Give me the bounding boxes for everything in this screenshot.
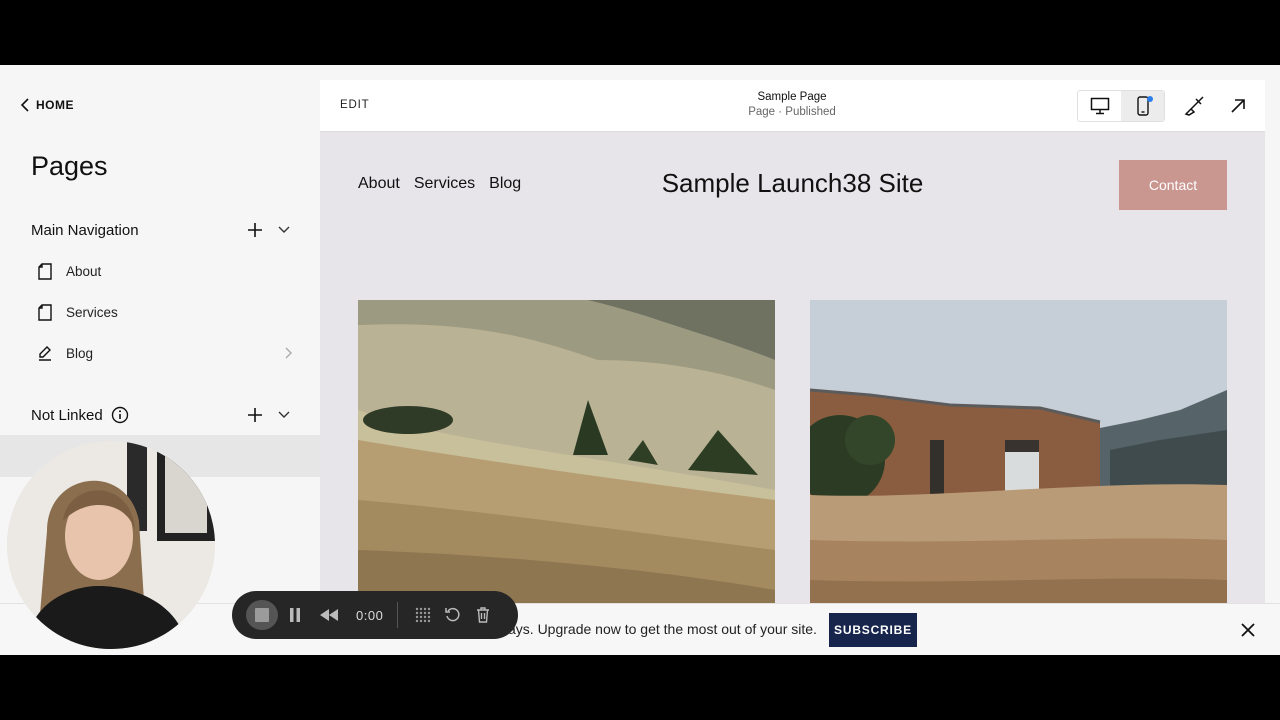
blog-icon: [36, 344, 54, 362]
app-frame: HOME Pages Main Navigation About Service…: [0, 65, 1280, 655]
plus-icon: [248, 223, 262, 237]
page-icon: [36, 303, 54, 321]
grid-dots-icon: [416, 607, 431, 623]
not-linked-header: Not Linked: [31, 405, 291, 425]
main-navigation-header: Main Navigation: [31, 220, 291, 240]
collapse-not-linked-button[interactable]: [277, 408, 291, 422]
open-site-button[interactable]: [1226, 94, 1250, 118]
sidebar-item-label: About: [66, 263, 102, 279]
mobile-view-button[interactable]: [1121, 91, 1164, 121]
upgrade-banner: ays. Upgrade now to get the most out of …: [0, 603, 1280, 655]
subscribe-button[interactable]: SUBSCRIBE: [829, 613, 917, 647]
info-icon[interactable]: [111, 406, 129, 424]
plus-icon: [248, 408, 262, 422]
sidebar-item-blog[interactable]: Blog: [36, 338, 292, 368]
add-page-button[interactable]: [245, 220, 265, 240]
restart-icon: [445, 607, 460, 622]
pause-button[interactable]: [278, 600, 312, 630]
site-editor: EDIT Sample Page Page · Published About …: [320, 80, 1265, 655]
chevron-left-icon: [20, 98, 29, 112]
arrow-up-right-icon: [1231, 99, 1245, 113]
delete-recording-button[interactable]: [468, 600, 498, 630]
site-nav-blog[interactable]: Blog: [489, 175, 521, 193]
page-title: Pages: [31, 151, 108, 181]
recording-time: 0:00: [356, 607, 384, 623]
trash-icon: [477, 607, 490, 623]
chevron-down-icon: [278, 411, 290, 418]
sidebar-item-about[interactable]: About: [36, 256, 292, 286]
stop-recording-button[interactable]: [246, 600, 278, 630]
drag-handle[interactable]: [408, 600, 438, 630]
sidebar-item-label: Blog: [66, 345, 94, 361]
desktop-icon: [1090, 97, 1109, 115]
home-back-label: HOME: [36, 98, 74, 112]
edit-button[interactable]: EDIT: [340, 99, 369, 111]
page-meta-title: Sample Page: [757, 91, 827, 103]
screen-recorder-bar: 0:00: [232, 591, 518, 639]
desktop-view-button[interactable]: [1078, 91, 1121, 121]
sidebar-item-label: Services: [66, 304, 118, 320]
main-navigation-label: Main Navigation: [31, 221, 139, 239]
paintbrush-icon: [1184, 96, 1204, 116]
divider: [397, 602, 399, 628]
site-nav-about[interactable]: About: [358, 175, 400, 193]
notification-dot: [1147, 96, 1153, 102]
chevron-right-icon: [285, 347, 292, 359]
home-back-link[interactable]: HOME: [20, 98, 74, 112]
stop-icon: [255, 608, 269, 622]
close-banner-button[interactable]: [1240, 622, 1256, 638]
site-title: Sample Launch38 Site: [661, 168, 924, 198]
editor-topbar: EDIT Sample Page Page · Published: [320, 80, 1265, 132]
rewind-icon: [320, 609, 338, 621]
restart-button[interactable]: [438, 600, 468, 630]
contact-button[interactable]: Contact: [1119, 160, 1227, 210]
sidebar-item-services[interactable]: Services: [36, 297, 292, 327]
close-icon: [1241, 623, 1255, 637]
page-icon: [36, 262, 54, 280]
pause-icon: [290, 608, 300, 622]
not-linked-label: Not Linked: [31, 406, 103, 424]
site-navigation: About Services Blog: [358, 175, 521, 193]
banner-text: ays. Upgrade now to get the most out of …: [508, 621, 817, 637]
cabin-image: [810, 300, 1227, 610]
device-toggle: [1077, 90, 1165, 122]
collapse-main-nav-button[interactable]: [277, 223, 291, 237]
chevron-down-icon: [278, 226, 290, 233]
site-nav-services[interactable]: Services: [414, 175, 475, 193]
hillside-image: [358, 300, 775, 610]
design-button[interactable]: [1182, 94, 1206, 118]
add-unlinked-page-button[interactable]: [245, 405, 265, 425]
webcam-overlay: [7, 441, 215, 649]
rewind-button[interactable]: [312, 600, 346, 630]
page-meta: Sample Page Page · Published: [692, 91, 892, 118]
page-meta-status: Page · Published: [748, 106, 836, 118]
